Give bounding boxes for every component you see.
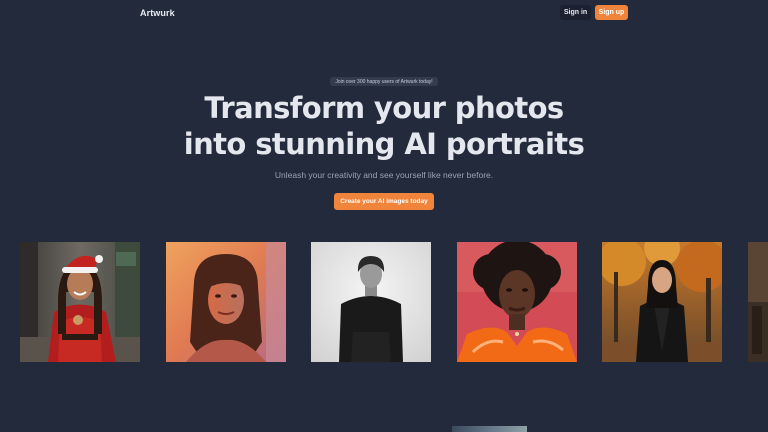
landing-page: Artwurk Sign in Sign up Join over 300 ha…: [0, 0, 768, 432]
gallery-image-orange-light-woman: [166, 242, 286, 362]
create-images-button[interactable]: Create your AI images today: [334, 193, 434, 210]
next-section-image-peek: [452, 426, 527, 432]
gallery-image-autumn-woman: [602, 242, 722, 362]
sign-up-button[interactable]: Sign up: [595, 5, 628, 20]
hero-headline-line-2: into stunning AI portraits: [183, 127, 585, 161]
portrait-gallery: [0, 242, 768, 362]
hero-subtitle: Unleash your creativity and see yourself…: [274, 170, 494, 180]
sign-in-button[interactable]: Sign in: [560, 5, 591, 20]
brand-logo[interactable]: Artwurk: [140, 8, 175, 18]
hero-headline-line-1: Transform your photos: [204, 91, 564, 125]
gallery-image-santa-woman: [20, 242, 140, 362]
users-badge: Join over 300 happy users of Artwurk tod…: [330, 77, 438, 86]
gallery-image-orange-jacket-woman: [457, 242, 577, 362]
gallery-image-bw-man: [311, 242, 431, 362]
top-nav: Artwurk Sign in Sign up: [0, 0, 768, 26]
lower-section: [0, 362, 768, 432]
gallery-image-partial: [748, 242, 768, 362]
